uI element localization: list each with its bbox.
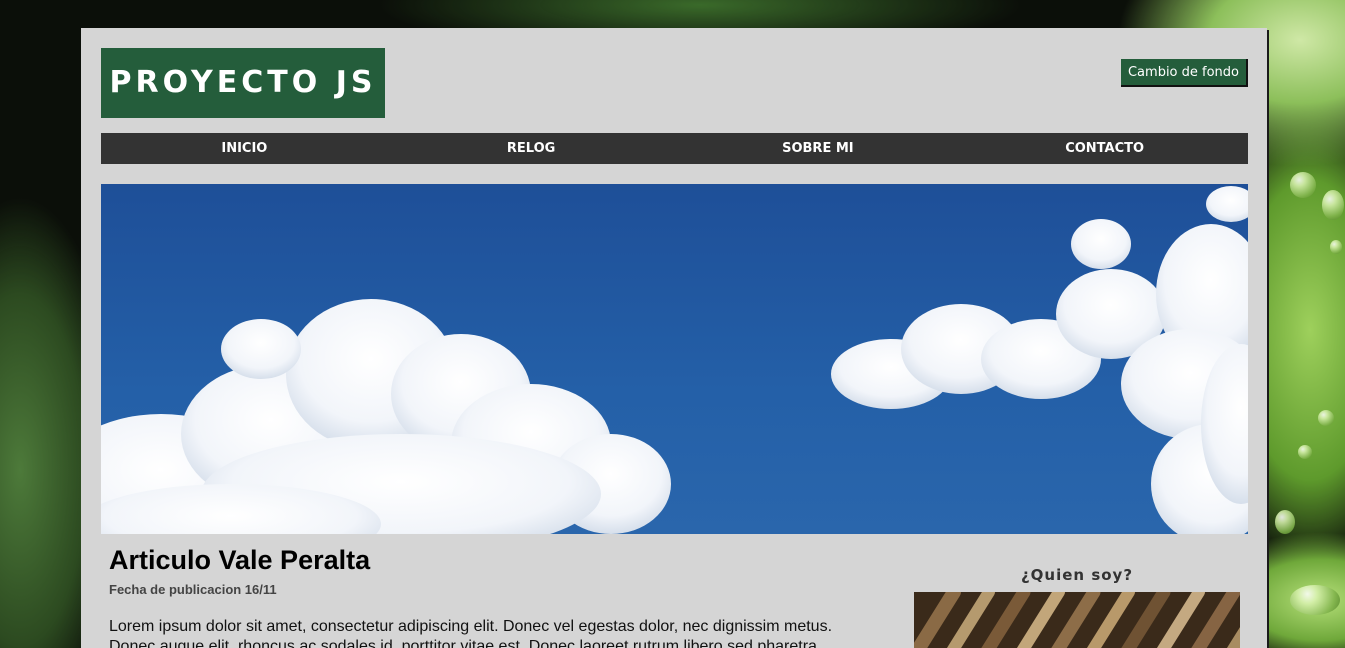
page-container: PROYECTO JS Cambio de fondo INICIO RELOG… [81, 28, 1267, 648]
sidebar-title: ¿Quien soy? [1020, 566, 1134, 584]
clouds-illustration [101, 186, 1248, 534]
nav-item-inicio[interactable]: INICIO [101, 133, 388, 164]
nav-item-sobre-mi[interactable]: SOBRE MI [675, 133, 962, 164]
background-droplet [1290, 172, 1316, 198]
bamboo-photo [914, 592, 1240, 648]
right-cloud [831, 186, 1248, 534]
left-cloud [101, 299, 671, 534]
sidebar: ¿Quien soy? [914, 566, 1240, 648]
site-logo[interactable]: PROYECTO JS [101, 48, 385, 118]
article-body: Lorem ipsum dolor sit amet, consectetur … [109, 618, 833, 648]
article: Articulo Vale Peralta Fecha de publicaci… [109, 542, 869, 648]
background-droplet [1330, 240, 1342, 254]
background-droplet [1322, 190, 1344, 220]
nav-item-relog[interactable]: RELOG [388, 133, 675, 164]
background-droplet [1318, 410, 1334, 426]
article-title: Articulo Vale Peralta [109, 545, 371, 575]
background-droplet [1290, 585, 1340, 615]
sky-banner-image [101, 184, 1248, 534]
background-droplet [1298, 445, 1312, 459]
article-date: Fecha de publicacion 16/11 [109, 582, 277, 597]
nav-item-contacto[interactable]: CONTACTO [961, 133, 1248, 164]
bamboo-illustration [914, 592, 1240, 648]
main-nav: INICIO RELOG SOBRE MI CONTACTO [101, 133, 1248, 164]
background-droplet [1275, 510, 1295, 534]
change-background-button[interactable]: Cambio de fondo [1120, 59, 1248, 87]
